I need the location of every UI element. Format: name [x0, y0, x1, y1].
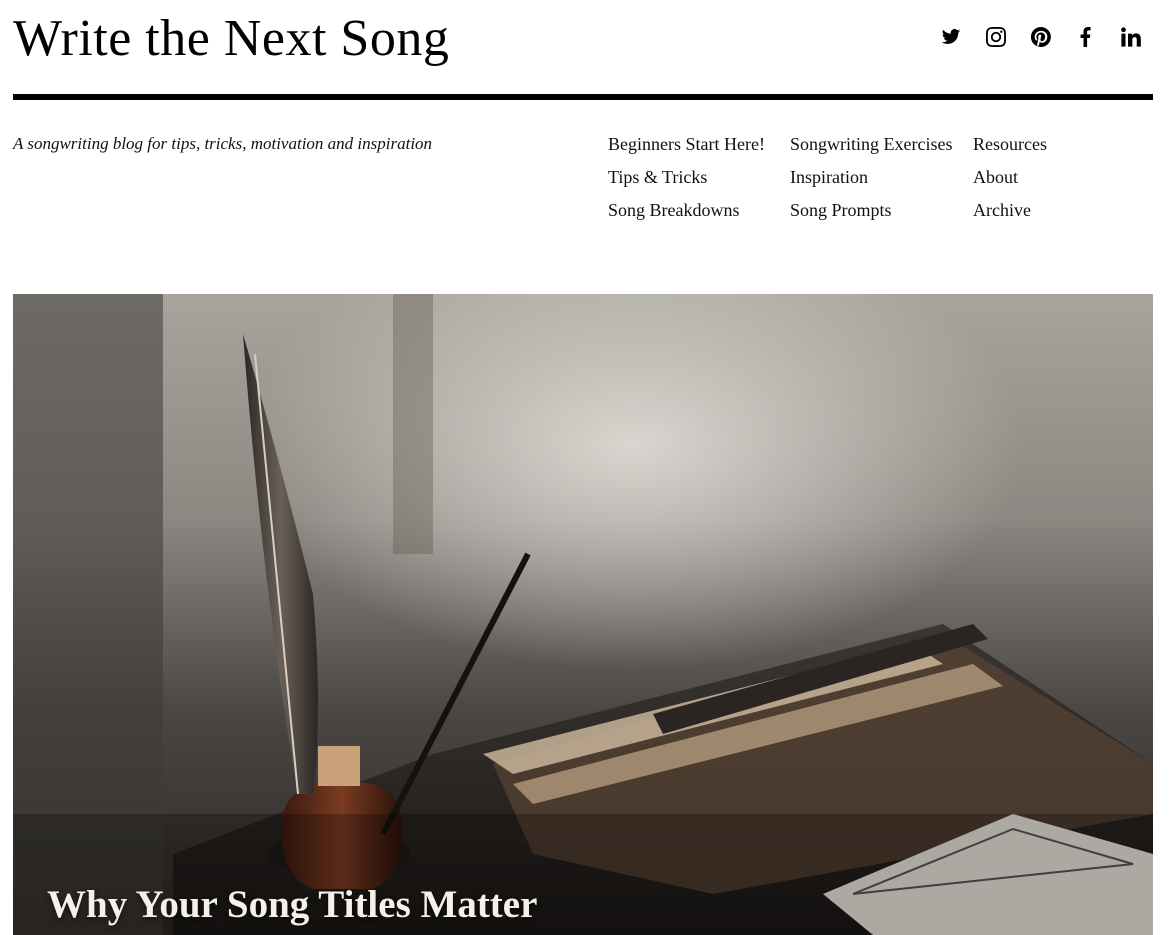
facebook-icon — [1080, 27, 1091, 47]
nav-column-2: Songwriting Exercises Inspiration Song P… — [790, 134, 960, 233]
site-header: Write the Next Song — [13, 0, 1153, 100]
linkedin-link[interactable] — [1108, 24, 1153, 50]
site-tagline: A songwriting blog for tips, tricks, mot… — [13, 134, 433, 153]
nav-song-prompts[interactable]: Song Prompts — [790, 200, 960, 221]
nav-tips-tricks[interactable]: Tips & Tricks — [608, 167, 778, 188]
featured-post-title[interactable]: Why Your Song Titles Matter — [47, 882, 537, 927]
twitter-icon — [941, 29, 960, 44]
pinterest-icon — [1030, 27, 1051, 47]
instagram-icon — [985, 27, 1006, 47]
nav-beginners-start-here[interactable]: Beginners Start Here! — [608, 134, 778, 155]
nav-song-breakdowns[interactable]: Song Breakdowns — [608, 200, 778, 221]
site-title[interactable]: Write the Next Song — [13, 8, 449, 70]
facebook-link[interactable] — [1063, 24, 1108, 50]
nav-archive[interactable]: Archive — [973, 200, 1143, 221]
nav-about[interactable]: About — [973, 167, 1143, 188]
pinterest-link[interactable] — [1018, 24, 1063, 50]
hero-image — [13, 294, 1153, 935]
linkedin-icon — [1120, 27, 1141, 47]
nav-column-3: Resources About Archive — [973, 134, 1143, 233]
twitter-link[interactable] — [928, 24, 973, 50]
nav-resources[interactable]: Resources — [973, 134, 1143, 155]
nav-inspiration[interactable]: Inspiration — [790, 167, 960, 188]
nav-column-1: Beginners Start Here! Tips & Tricks Song… — [608, 134, 778, 233]
instagram-link[interactable] — [973, 24, 1018, 50]
social-links — [928, 24, 1153, 50]
header-divider — [13, 94, 1153, 100]
featured-post-hero[interactable]: Why Your Song Titles Matter — [13, 294, 1153, 935]
nav-songwriting-exercises[interactable]: Songwriting Exercises — [790, 134, 960, 155]
